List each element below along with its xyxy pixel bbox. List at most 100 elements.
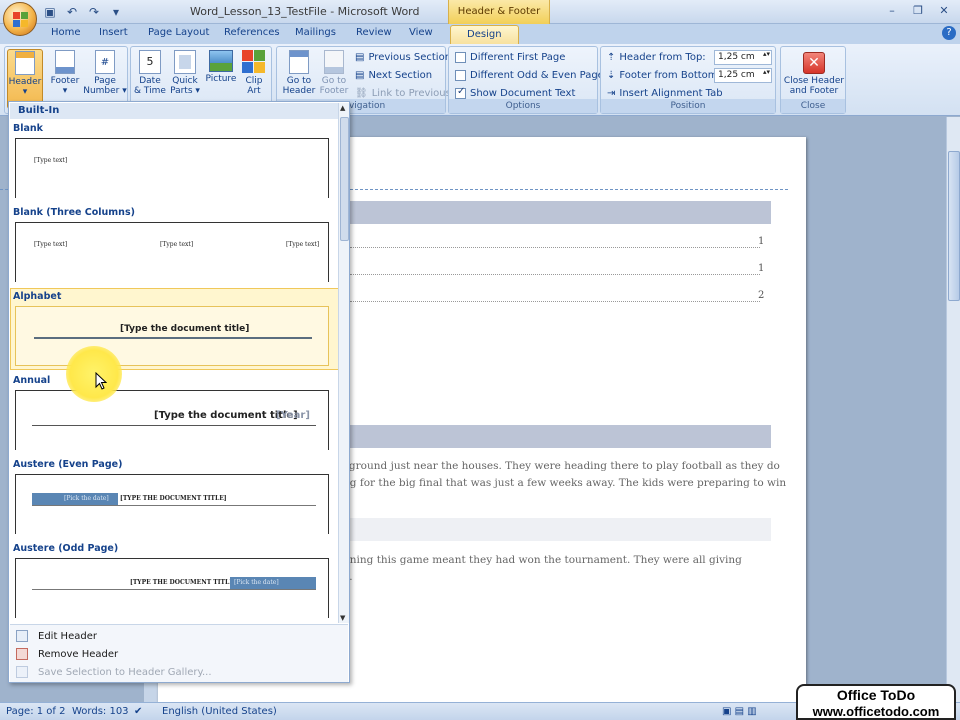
customize-qat-icon[interactable]: ▾ [108, 4, 124, 20]
gallery-item-austere-odd[interactable]: [TYPE THE DOCUMENT TITLE] [Pick the date… [15, 558, 329, 618]
header-from-top-input[interactable]: 1,25 cm [714, 50, 772, 65]
gallery-scrollbar-thumb[interactable] [340, 117, 349, 241]
window-controls: – ❐ ✕ [880, 2, 956, 20]
close-x-icon: ✕ [803, 52, 825, 74]
undo-icon[interactable]: ↶ [64, 4, 80, 20]
close-group-label: Close [781, 99, 845, 113]
gallery-item-label: Alphabet [13, 291, 62, 302]
watermark-title: Office ToDo [836, 687, 916, 703]
scroll-down-icon[interactable]: ▼ [340, 614, 345, 622]
options-group-label: Options [449, 99, 597, 113]
body-text-line: ng for the big final that was just a few… [343, 477, 787, 489]
gallery-item-blank-three-columns[interactable]: [Type text] [Type text] [Type text] [15, 222, 329, 282]
show-document-text-checkbox[interactable]: Show Document Text [455, 86, 575, 99]
position-group: ⇡ Header from Top: 1,25 cm ⇣ Footer from… [600, 46, 776, 114]
close-header-footer-button[interactable]: ✕ Close Header and Footer [783, 49, 845, 99]
restore-icon[interactable]: ❐ [906, 2, 930, 20]
page-number-button[interactable]: # Page Number ▾ [83, 49, 127, 101]
header-from-top-label: ⇡ Header from Top: [607, 52, 706, 63]
tab-design[interactable]: Design [450, 25, 519, 45]
save-selection-menu-item[interactable]: Save Selection to Header Gallery... [16, 666, 212, 678]
gallery-scrollbar[interactable]: ▲ ▼ [338, 103, 349, 623]
tab-home[interactable]: Home [51, 27, 81, 38]
window-title: Word_Lesson_13_TestFile - Microsoft Word [190, 5, 420, 18]
minimize-icon[interactable]: – [880, 2, 904, 20]
different-first-page-checkbox[interactable]: Different First Page [455, 52, 565, 63]
alignment-tab-icon: ⇥ [607, 88, 616, 99]
picture-icon [209, 50, 233, 72]
save-selection-icon [16, 666, 28, 678]
vertical-scrollbar[interactable] [946, 117, 960, 702]
tab-page-layout[interactable]: Page Layout [148, 27, 209, 38]
scrollbar-thumb[interactable] [948, 151, 960, 301]
gallery-item-label: Austere (Even Page) [13, 459, 123, 470]
gallery-item-annual[interactable]: [Type the document title] [Year] [15, 390, 329, 450]
picture-button[interactable]: Picture [203, 49, 239, 101]
save-icon[interactable]: ▣ [42, 4, 58, 20]
gallery-item-blank[interactable]: [Type text] [15, 138, 329, 198]
previous-section-button[interactable]: ▤ Previous Section [355, 52, 451, 63]
tab-mailings[interactable]: Mailings [295, 27, 336, 38]
remove-header-menu-item[interactable]: Remove Header [16, 648, 118, 660]
link-to-previous-button[interactable]: ⛓ Link to Previous [355, 88, 451, 99]
footer-position-icon: ⇣ [607, 70, 616, 81]
footer-from-bottom-label: ⇣ Footer from Bottom: [607, 70, 721, 81]
toc-leader-line [350, 274, 760, 275]
edit-header-icon [16, 630, 28, 642]
previous-section-icon: ▤ [355, 52, 365, 63]
header-gallery-dropdown: Built-In Blank [Type text] Blank (Three … [8, 101, 350, 683]
header-icon [15, 51, 35, 75]
toc-page-number: 2 [758, 290, 765, 301]
tab-references[interactable]: References [224, 27, 280, 38]
office-button[interactable] [3, 2, 37, 36]
quick-parts-button[interactable]: Quick Parts ▾ [167, 49, 203, 101]
tab-view[interactable]: View [409, 27, 433, 38]
gallery-item-label: Austere (Odd Page) [13, 543, 119, 554]
date-time-button[interactable]: 5 Date & Time [133, 49, 167, 101]
watermark-url: www.officetodo.com [812, 704, 940, 719]
clip-art-button[interactable]: Clip Art [237, 49, 271, 101]
go-to-header-icon [289, 50, 309, 74]
footer-from-bottom-input[interactable]: 1,25 cm [714, 68, 772, 83]
ribbon-tabs: Home Insert Page Layout References Maili… [0, 24, 960, 45]
scroll-up-icon[interactable]: ▲ [340, 104, 345, 112]
header-button[interactable]: Header ▾ [7, 49, 43, 109]
body-text-line: nning this game meant they had won the t… [343, 554, 742, 566]
view-buttons[interactable]: ▣ ▤ ▥ [722, 706, 782, 717]
footer-button[interactable]: Footer ▾ [45, 49, 85, 101]
office-logo-icon [13, 12, 28, 27]
position-group-label: Position [601, 99, 775, 113]
edit-header-menu-item[interactable]: Edit Header [16, 630, 97, 642]
mouse-cursor-icon [95, 372, 107, 390]
contextual-tab-group-label: Header & Footer Tools [448, 0, 550, 41]
close-group: ✕ Close Header and Footer Close [780, 46, 846, 114]
title-bar: ▣ ↶ ↷ ▾ Word_Lesson_13_TestFile - Micros… [0, 0, 960, 41]
word-count-status[interactable]: Words: 103 [72, 706, 129, 717]
go-to-header-button[interactable]: Go to Header [279, 49, 319, 101]
footer-icon [55, 50, 75, 74]
gallery-section-header: Built-In [10, 103, 338, 119]
tab-review[interactable]: Review [356, 27, 392, 38]
go-to-footer-button[interactable]: Go to Footer [315, 49, 353, 101]
next-section-button[interactable]: ▤ Next Section [355, 70, 432, 81]
page-count-status[interactable]: Page: 1 of 2 [6, 706, 65, 717]
toc-page-number: 1 [758, 263, 765, 274]
toc-page-number: 1 [758, 236, 765, 247]
toc-leader-line [350, 301, 760, 302]
tab-insert[interactable]: Insert [99, 27, 128, 38]
insert-alignment-tab-button[interactable]: ⇥ Insert Alignment Tab [607, 88, 723, 99]
language-status[interactable]: English (United States) [162, 706, 277, 717]
go-to-footer-icon [324, 50, 344, 74]
gallery-item-label: Blank (Three Columns) [13, 207, 135, 218]
help-icon[interactable]: ? [942, 26, 956, 40]
different-odd-even-checkbox[interactable]: Different Odd & Even Pages [455, 70, 609, 81]
cursor-highlight [66, 346, 122, 402]
gallery-item-label: Blank [13, 123, 43, 134]
redo-icon[interactable]: ↷ [86, 4, 102, 20]
gallery-item-austere-even[interactable]: [Pick the date] [TYPE THE DOCUMENT TITLE… [15, 474, 329, 534]
close-icon[interactable]: ✕ [932, 2, 956, 20]
header-position-icon: ⇡ [607, 52, 616, 63]
gallery-item-label: Annual [13, 375, 51, 386]
proofing-icon[interactable]: ✔ [134, 706, 142, 717]
gallery-item-alphabet[interactable]: [Type the document title] [15, 306, 329, 366]
